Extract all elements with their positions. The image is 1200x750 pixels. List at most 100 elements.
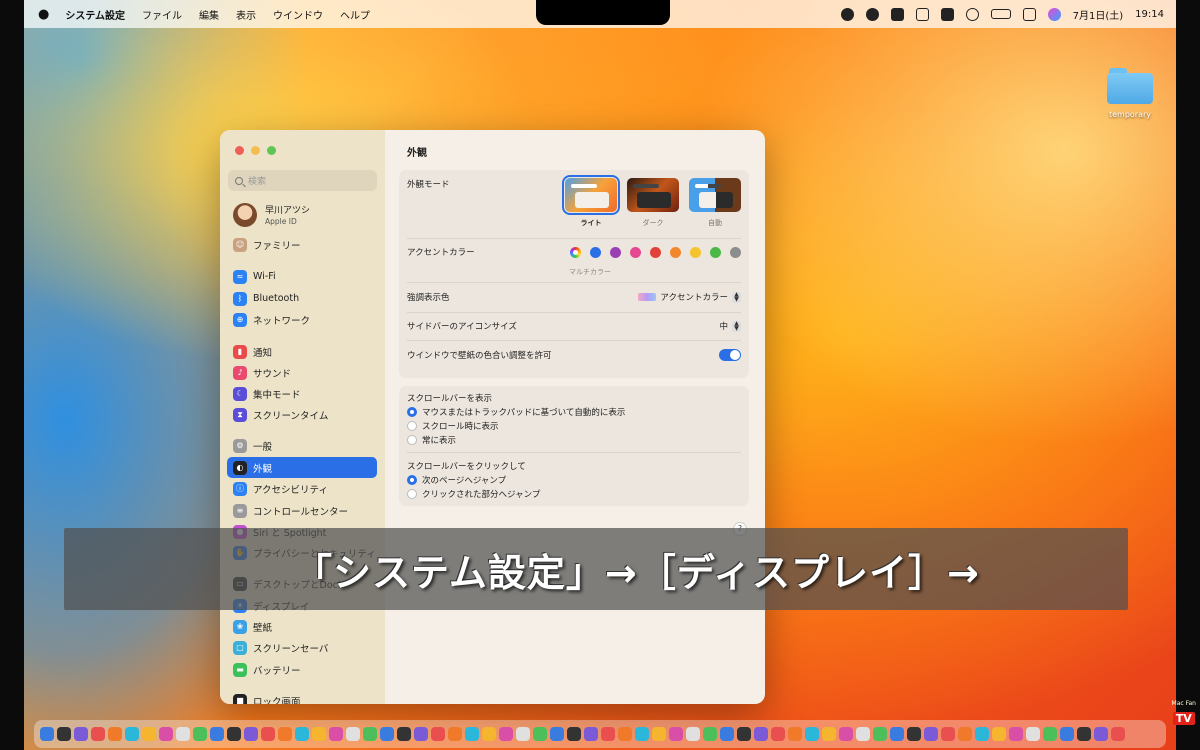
dock-app-icon[interactable]	[941, 727, 955, 741]
menu-view[interactable]: 表示	[236, 7, 256, 22]
dock-app-icon[interactable]	[1009, 727, 1023, 741]
dock-app-icon[interactable]	[516, 727, 530, 741]
dock-app-icon[interactable]	[261, 727, 275, 741]
dock-app-icon[interactable]	[363, 727, 377, 741]
sidebar-icon-size-popup[interactable]: 中 ▲ ▼	[719, 320, 741, 332]
close-button[interactable]	[235, 146, 244, 155]
sidebar-item[interactable]: ◐ 外観	[227, 457, 377, 478]
sidebar-item[interactable]: ▮ 通知	[227, 341, 377, 362]
accent-color-swatch[interactable]	[730, 246, 741, 258]
dock-app-icon[interactable]	[74, 727, 88, 741]
sidebar-item[interactable]: ☺ ファミリー	[227, 234, 377, 255]
dock-app-icon[interactable]	[210, 727, 224, 741]
dock-app-icon[interactable]	[618, 727, 632, 741]
dock-app-icon[interactable]	[890, 727, 904, 741]
dock-app-icon[interactable]	[227, 727, 241, 741]
battery-icon[interactable]	[990, 9, 1011, 19]
dock-app-icon[interactable]	[142, 727, 156, 741]
highlight-color-popup[interactable]: アクセントカラー ▲ ▼	[638, 291, 741, 303]
display-icon[interactable]	[940, 7, 954, 21]
dock-app-icon[interactable]	[839, 727, 853, 741]
dock-app-icon[interactable]	[1060, 727, 1074, 741]
dock-app-icon[interactable]	[414, 727, 428, 741]
dock-app-icon[interactable]	[975, 727, 989, 741]
sidebar-item[interactable]: ▬ バッテリー	[227, 659, 377, 680]
minimize-button[interactable]	[251, 146, 260, 155]
dock-app-icon[interactable]	[57, 727, 71, 741]
accent-color-swatch[interactable]	[690, 246, 701, 258]
dock-app-icon[interactable]	[499, 727, 513, 741]
dock-app-icon[interactable]	[176, 727, 190, 741]
dock-app-icon[interactable]	[737, 727, 751, 741]
zoom-button[interactable]	[267, 146, 276, 155]
dock-app-icon[interactable]	[1043, 727, 1057, 741]
dock-app-icon[interactable]	[584, 727, 598, 741]
cloud-icon[interactable]	[865, 7, 879, 21]
click-option-clicked-spot[interactable]: クリックされた部分へジャンプ	[407, 488, 540, 500]
menu-date[interactable]: 7月1日(土)	[1073, 7, 1124, 22]
dock-app-icon[interactable]	[873, 727, 887, 741]
dock-app-icon[interactable]	[652, 727, 666, 741]
dock-app-icon[interactable]	[567, 727, 581, 741]
sidebar-item[interactable]: ☾ 集中モード	[227, 383, 377, 404]
dock-app-icon[interactable]	[431, 727, 445, 741]
sidebar-item[interactable]: ❀ 壁紙	[227, 616, 377, 637]
sidebar-item[interactable]: ⚙ 一般	[227, 435, 377, 456]
dock-app-icon[interactable]	[822, 727, 836, 741]
dock-app-icon[interactable]	[1094, 727, 1108, 741]
dock-app-icon[interactable]	[601, 727, 615, 741]
dock-app-icon[interactable]	[278, 727, 292, 741]
dock-app-icon[interactable]	[703, 727, 717, 741]
accent-color-swatch[interactable]	[590, 246, 601, 258]
dock-app-icon[interactable]	[1111, 727, 1125, 741]
dropbox-icon[interactable]	[890, 7, 904, 21]
dock-app-icon[interactable]	[108, 727, 122, 741]
sidebar-item[interactable]: ⧗ スクリーンタイム	[227, 404, 377, 425]
dock-app-icon[interactable]	[533, 727, 547, 741]
siri-icon[interactable]	[1047, 7, 1061, 21]
dock-app-icon[interactable]	[958, 727, 972, 741]
menu-time[interactable]: 19:14	[1135, 9, 1164, 20]
scrollbar-option-auto[interactable]: マウスまたはトラックパッドに基づいて自動的に表示	[407, 406, 625, 418]
desktop-folder[interactable]: temporary	[1102, 68, 1158, 119]
sidebar-item[interactable]: ⓘ アクセシビリティ	[227, 478, 377, 499]
menu-window[interactable]: ウインドウ	[273, 7, 323, 22]
menu-help[interactable]: ヘルプ	[340, 7, 370, 22]
sidebar-item[interactable]: ≈ Wi-Fi	[227, 266, 377, 287]
app-icon[interactable]	[915, 7, 929, 21]
dock-app-icon[interactable]	[805, 727, 819, 741]
wallpaper-tint-toggle[interactable]	[719, 349, 741, 361]
dock-app-icon[interactable]	[465, 727, 479, 741]
dock-app-icon[interactable]	[125, 727, 139, 741]
dock-app-icon[interactable]	[346, 727, 360, 741]
dock-app-icon[interactable]	[159, 727, 173, 741]
scrollbar-option-always[interactable]: 常に表示	[407, 434, 456, 446]
dock-app-icon[interactable]	[329, 727, 343, 741]
dock-app-icon[interactable]	[1077, 727, 1091, 741]
sidebar-item[interactable]: ≡ コントロールセンター	[227, 500, 377, 521]
dock-app-icon[interactable]	[40, 727, 54, 741]
sidebar-item[interactable]: ⊕ ネットワーク	[227, 309, 377, 330]
dock-app-icon[interactable]	[686, 727, 700, 741]
dock-app-icon[interactable]	[550, 727, 564, 741]
search-input[interactable]: 検索	[228, 170, 377, 191]
apple-menu-icon[interactable]: ●	[38, 7, 49, 22]
dock-app-icon[interactable]	[992, 727, 1006, 741]
dock-app-icon[interactable]	[788, 727, 802, 741]
dock-app-icon[interactable]	[907, 727, 921, 741]
dock-app-icon[interactable]	[312, 727, 326, 741]
menu-edit[interactable]: 編集	[199, 7, 219, 22]
sidebar-item[interactable]: ▢ スクリーンセーバ	[227, 637, 377, 658]
sidebar-item[interactable]: ♪ サウンド	[227, 362, 377, 383]
dock-app-icon[interactable]	[295, 727, 309, 741]
dock-app-icon[interactable]	[448, 727, 462, 741]
dock-app-icon[interactable]	[397, 727, 411, 741]
appearance-option-dark[interactable]: ダーク	[627, 178, 679, 228]
menu-app-name[interactable]: システム設定	[65, 7, 125, 22]
accent-color-swatch[interactable]	[630, 246, 641, 258]
dock-app-icon[interactable]	[244, 727, 258, 741]
dock-app-icon[interactable]	[924, 727, 938, 741]
scrollbar-option-scrolling[interactable]: スクロール時に表示	[407, 420, 499, 432]
accent-color-swatch[interactable]	[650, 246, 661, 258]
appearance-option-light[interactable]: ライト	[562, 175, 620, 228]
